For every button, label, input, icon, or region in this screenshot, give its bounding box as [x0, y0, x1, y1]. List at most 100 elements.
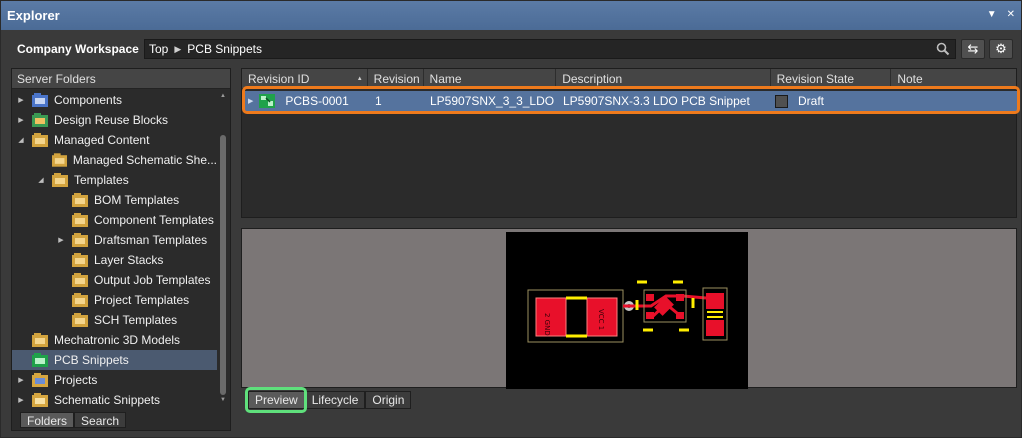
- folder-icon: [32, 133, 48, 147]
- tree-item[interactable]: BOM Templates: [12, 190, 217, 210]
- folder-icon: [52, 173, 68, 187]
- tab-folders[interactable]: Folders: [20, 412, 75, 428]
- scroll-thumb[interactable]: [220, 135, 226, 395]
- sort-ascending-icon: ▲: [356, 76, 363, 82]
- column-note[interactable]: Note: [891, 69, 1016, 89]
- collapse-icon[interactable]: ◢: [36, 176, 46, 184]
- workspace-label: Company Workspace: [17, 42, 139, 56]
- folder-icon: [32, 333, 48, 347]
- tree-item-label: SCH Templates: [94, 313, 178, 327]
- tree-item-label: Layer Stacks: [94, 253, 164, 267]
- folder-icon: [72, 193, 88, 207]
- workspace-dropdown[interactable]: Company Workspace ▼: [17, 42, 151, 56]
- left-pad-label: 2 GND: [543, 313, 551, 336]
- expand-icon[interactable]: ▶: [16, 96, 26, 104]
- window-title: Explorer: [7, 8, 60, 23]
- folder-icon: [72, 233, 88, 247]
- title-bar: Explorer ▼ ✕: [1, 1, 1021, 30]
- tree-scrollbar[interactable]: ▲ ▼: [219, 93, 227, 403]
- revision-state-cell: Draft: [798, 94, 825, 108]
- components-icon: [32, 93, 48, 107]
- folder-icon: [51, 153, 67, 167]
- pin-down-icon[interactable]: ▼: [987, 9, 997, 20]
- expand-icon[interactable]: ▶: [56, 236, 66, 244]
- breadcrumb-item-top[interactable]: Top: [149, 42, 168, 56]
- schematic-snippets-icon: [32, 393, 48, 407]
- tree-item[interactable]: Layer Stacks: [12, 250, 217, 270]
- column-description[interactable]: Description: [556, 69, 771, 89]
- tab-preview[interactable]: Preview: [248, 391, 305, 409]
- tree-item-label: Managed Schematic She...: [72, 153, 217, 167]
- tree-item-label: Projects: [54, 373, 98, 387]
- tree-item[interactable]: ◢ Managed Content: [12, 130, 217, 150]
- tree-item[interactable]: ▶ Schematic Snippets: [12, 390, 217, 410]
- settings-button[interactable]: ⚙: [989, 39, 1013, 59]
- tree-item[interactable]: Component Templates: [12, 210, 217, 230]
- scroll-up-icon[interactable]: ▲: [219, 93, 227, 99]
- tree-item-label: Components: [54, 93, 123, 107]
- tree-item[interactable]: ▶ Components: [12, 90, 217, 110]
- tree-item[interactable]: Mechatronic 3D Models: [12, 330, 217, 350]
- expand-icon[interactable]: ▶: [16, 396, 26, 404]
- tree-item-label: Draftsman Templates: [94, 233, 208, 247]
- tab-search[interactable]: Search: [74, 412, 127, 428]
- refresh-button[interactable]: ⇆: [961, 39, 985, 59]
- tree-item-label: BOM Templates: [94, 193, 180, 207]
- tab-lifecycle[interactable]: Lifecycle: [304, 391, 366, 409]
- left-panel-tabs: Folders Search: [20, 412, 127, 428]
- column-revision[interactable]: Revision: [368, 69, 424, 89]
- tree-item[interactable]: ▶ Draftsman Templates: [12, 230, 217, 250]
- name-cell: LP5907SNX_3_3_LDO: [430, 94, 555, 108]
- pcb-snippet-graphic: 2 GND VCC 1: [527, 280, 728, 343]
- explorer-window: Explorer ▼ ✕ Company Workspace ▼ Top ▶ P…: [0, 0, 1022, 438]
- tree-item-label: Schematic Snippets: [54, 393, 161, 407]
- toolbar: Company Workspace ▼ Top ▶ PCB Snippets ⇆…: [1, 30, 1021, 66]
- tree-item-label: PCB Snippets: [54, 353, 129, 367]
- description-cell: LP5907SNX-3.3 LDO PCB Snippet: [563, 94, 750, 108]
- expand-icon[interactable]: ▶: [16, 376, 26, 384]
- breadcrumb[interactable]: Top ▶ PCB Snippets: [144, 39, 956, 59]
- collapse-icon[interactable]: ◢: [16, 136, 26, 144]
- scroll-down-icon[interactable]: ▼: [219, 397, 227, 403]
- refresh-icon: ⇆: [967, 41, 979, 56]
- expand-icon[interactable]: ▶: [16, 116, 26, 124]
- tree-item[interactable]: ▶ Design Reuse Blocks: [12, 110, 217, 130]
- column-revision-state[interactable]: Revision State: [771, 69, 892, 89]
- server-folders-panel: Server Folders ▶ Components ▶ Design Reuse …: [11, 68, 231, 431]
- column-name[interactable]: Name: [424, 69, 557, 89]
- table-row[interactable]: ▶ PCBS-0001 1 LP5907SNX_3_3_LDO LP5907SN…: [245, 91, 1017, 111]
- folder-icon: [72, 213, 88, 227]
- state-color-swatch: [775, 94, 788, 108]
- column-revision-id[interactable]: Revision ID ▲: [242, 69, 368, 89]
- tree-item[interactable]: PCB Snippets: [12, 350, 217, 370]
- revisions-table: Revision ID ▲ Revision Name Description …: [241, 68, 1017, 218]
- breadcrumb-item-current[interactable]: PCB Snippets: [187, 42, 262, 56]
- folder-tree: ▶ Components ▶ Design Reuse Blocks ◢ Managed …: [12, 90, 217, 410]
- close-icon[interactable]: ✕: [1007, 9, 1015, 20]
- pcb-snippet-icon: [259, 94, 276, 108]
- tree-item[interactable]: SCH Templates: [12, 310, 217, 330]
- tree-item[interactable]: ▶ Projects: [12, 370, 217, 390]
- pcb-preview-canvas[interactable]: 2 GND VCC 1: [506, 232, 748, 389]
- row-expand-icon[interactable]: ▶: [248, 97, 253, 105]
- tab-origin[interactable]: Origin: [365, 391, 412, 409]
- tree-item[interactable]: Managed Schematic She...: [12, 150, 217, 170]
- tree-item-label: Output Job Templates: [94, 273, 211, 287]
- design-reuse-icon: [32, 113, 48, 127]
- tree-item-label: Managed Content: [54, 133, 150, 147]
- tree-item[interactable]: Project Templates: [12, 290, 217, 310]
- projects-icon: [32, 373, 48, 387]
- tree-item[interactable]: Output Job Templates: [12, 270, 217, 290]
- right-pad-label: VCC 1: [597, 309, 605, 330]
- search-icon[interactable]: [936, 42, 950, 56]
- table-header: Revision ID ▲ Revision Name Description …: [242, 69, 1016, 89]
- revision-cell: 1: [375, 94, 382, 108]
- tree-item-label: Templates: [74, 173, 129, 187]
- folder-icon: [72, 273, 88, 287]
- tree-item[interactable]: ◢ Templates: [12, 170, 217, 190]
- pcb-snippets-icon: [32, 353, 48, 367]
- folder-icon: [72, 253, 88, 267]
- gear-icon: ⚙: [995, 41, 1007, 56]
- preview-panel: 2 GND VCC 1: [241, 228, 1017, 389]
- folder-icon: [72, 293, 88, 307]
